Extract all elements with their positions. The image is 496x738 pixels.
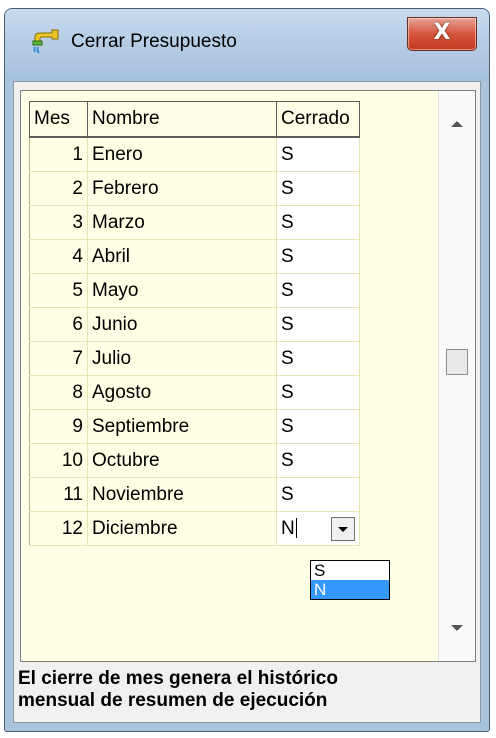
cell-nombre[interactable]: Agosto — [87, 375, 277, 410]
cell-mes[interactable]: 7 — [29, 341, 88, 376]
cell-cerrado[interactable]: S — [276, 239, 360, 274]
cell-cerrado[interactable]: S — [276, 171, 360, 206]
cell-cerrado[interactable]: S — [276, 136, 360, 172]
scroll-down-icon[interactable] — [451, 625, 463, 631]
close-button[interactable]: X — [407, 17, 477, 51]
info-line: mensual de resumen de ejecución — [18, 690, 328, 711]
cell-nombre[interactable]: Julio — [87, 341, 277, 376]
table-row[interactable]: 2 Febrero S — [29, 171, 360, 206]
cell-nombre[interactable]: Febrero — [87, 171, 277, 206]
table-row[interactable]: 11 Noviembre S — [29, 477, 360, 512]
cell-mes[interactable]: 12 — [29, 511, 88, 546]
text-caret — [295, 518, 297, 539]
cell-cerrado[interactable]: S — [276, 477, 360, 512]
cell-cerrado[interactable]: S — [276, 409, 360, 444]
cell-mes[interactable]: 9 — [29, 409, 88, 444]
title-bar[interactable]: Cerrar Presupuesto X — [5, 9, 489, 81]
table-row[interactable]: 1 Enero S — [29, 136, 360, 172]
cell-cerrado[interactable]: S — [276, 307, 360, 342]
column-header-mes[interactable]: Mes — [29, 101, 88, 138]
chevron-down-icon[interactable] — [331, 517, 355, 541]
table-row[interactable]: 9 Septiembre S — [29, 409, 360, 444]
dropdown-option-s[interactable]: S — [311, 561, 389, 580]
table-row[interactable]: 6 Junio S — [29, 307, 360, 342]
cell-mes[interactable]: 10 — [29, 443, 88, 478]
cell-nombre[interactable]: Septiembre — [87, 409, 277, 444]
window-title: Cerrar Presupuesto — [71, 31, 237, 52]
cell-mes[interactable]: 2 — [29, 171, 88, 206]
table-row[interactable]: 10 Octubre S — [29, 443, 360, 478]
cell-nombre[interactable]: Noviembre — [87, 477, 277, 512]
months-grid: Mes Nombre Cerrado 1 Enero S 2 Febrero S — [29, 101, 360, 546]
cell-nombre[interactable]: Enero — [87, 136, 277, 172]
column-header-nombre[interactable]: Nombre — [87, 101, 277, 138]
table-row[interactable]: 8 Agosto S — [29, 375, 360, 410]
table-row[interactable]: 12 Diciembre N — [29, 511, 360, 546]
cell-mes[interactable]: 11 — [29, 477, 88, 512]
grid-header-row: Mes Nombre Cerrado — [29, 101, 360, 138]
cell-cerrado[interactable]: S — [276, 375, 360, 410]
dropdown-option-n[interactable]: N — [311, 580, 389, 599]
dialog-window: Cerrar Presupuesto X Mes Nombre Cerrado … — [4, 8, 490, 732]
table-row[interactable]: 7 Julio S — [29, 341, 360, 376]
close-icon: X — [433, 20, 451, 45]
cell-nombre[interactable]: Marzo — [87, 205, 277, 240]
cell-mes[interactable]: 8 — [29, 375, 88, 410]
cerrado-dropdown-editor[interactable]: N — [276, 511, 360, 546]
cell-cerrado[interactable]: S — [276, 273, 360, 308]
cerrado-dropdown-value[interactable]: N — [281, 518, 295, 540]
dialog-client-area: Mes Nombre Cerrado 1 Enero S 2 Febrero S — [13, 81, 481, 723]
cell-mes[interactable]: 5 — [29, 273, 88, 308]
vertical-scrollbar[interactable] — [438, 91, 475, 661]
cell-cerrado[interactable]: S — [276, 205, 360, 240]
cell-mes[interactable]: 3 — [29, 205, 88, 240]
faucet-icon — [32, 29, 59, 54]
cell-mes[interactable]: 1 — [29, 136, 88, 172]
cell-nombre[interactable]: Mayo — [87, 273, 277, 308]
cell-cerrado[interactable]: S — [276, 341, 360, 376]
months-grid-panel: Mes Nombre Cerrado 1 Enero S 2 Febrero S — [20, 90, 476, 662]
cell-nombre[interactable]: Octubre — [87, 443, 277, 478]
cell-mes[interactable]: 4 — [29, 239, 88, 274]
info-text: El cierre de mes genera el histórico men… — [18, 668, 338, 712]
cell-nombre[interactable]: Abril — [87, 239, 277, 274]
cerrado-dropdown-list[interactable]: S N — [310, 560, 390, 600]
cell-nombre[interactable]: Diciembre — [87, 511, 277, 546]
table-row[interactable]: 3 Marzo S — [29, 205, 360, 240]
table-row[interactable]: 5 Mayo S — [29, 273, 360, 308]
cell-nombre[interactable]: Junio — [87, 307, 277, 342]
column-header-cerrado[interactable]: Cerrado — [276, 101, 360, 138]
table-row[interactable]: 4 Abril S — [29, 239, 360, 274]
info-line: El cierre de mes genera el histórico — [18, 668, 338, 689]
scroll-up-icon[interactable] — [451, 121, 463, 127]
scroll-thumb[interactable] — [446, 349, 468, 375]
cell-mes[interactable]: 6 — [29, 307, 88, 342]
cell-cerrado[interactable]: S — [276, 443, 360, 478]
